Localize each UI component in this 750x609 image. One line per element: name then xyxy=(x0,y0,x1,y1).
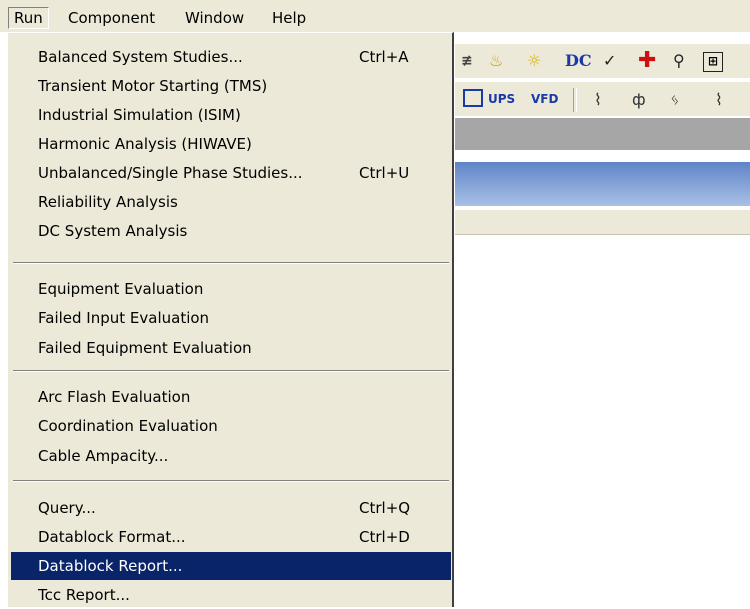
menu-window[interactable]: Window xyxy=(180,7,249,29)
menu-separator xyxy=(13,480,449,482)
breaker-icon[interactable]: ⌇ xyxy=(594,90,602,109)
menu-separator xyxy=(13,262,449,264)
align-icon[interactable]: ≢ xyxy=(461,50,473,72)
menu-run[interactable]: Run xyxy=(8,7,49,29)
document-tab-bar xyxy=(455,118,750,150)
menu-item-shortcut: Ctrl+Q xyxy=(359,499,411,517)
menu-item-label: Tcc Report... xyxy=(38,586,130,604)
menu-item-label: Datablock Report... xyxy=(38,557,183,575)
ups-icon[interactable]: UPS xyxy=(488,88,515,110)
menu-item-tcc-report[interactable]: Tcc Report... xyxy=(11,581,451,609)
menu-item-label: Coordination Evaluation xyxy=(38,417,218,435)
relay-icon[interactable]: ⌇ xyxy=(715,90,723,109)
menu-item-label: Equipment Evaluation xyxy=(38,280,204,298)
menu-item-datablock-report[interactable]: Datablock Report... xyxy=(11,552,451,580)
vfd-icon[interactable]: VFD xyxy=(531,88,558,110)
menu-item-label: Reliability Analysis xyxy=(38,193,178,211)
motor-start-icon[interactable]: ♨ xyxy=(489,50,503,72)
fuse-icon[interactable]: ф xyxy=(632,90,646,109)
dc-analysis-icon[interactable]: DC xyxy=(565,50,592,72)
menu-item-failed-input-evaluation[interactable]: Failed Input Evaluation xyxy=(11,304,451,332)
run-menu-dropdown: Balanced System Studies... Ctrl+A Transi… xyxy=(7,32,454,607)
toolbar-components: UPS VFD ⌇ ф ᛃ ⌇ xyxy=(455,82,750,116)
menu-item-shortcut: Ctrl+A xyxy=(359,48,409,66)
menu-separator xyxy=(13,370,449,372)
switch-icon[interactable]: ᛃ xyxy=(670,90,680,109)
menu-component[interactable]: Component xyxy=(63,7,160,29)
menu-item-label: Datablock Format... xyxy=(38,528,186,546)
menu-item-query[interactable]: Query... Ctrl+Q xyxy=(11,494,451,522)
menu-item-equipment-evaluation[interactable]: Equipment Evaluation xyxy=(11,275,451,303)
toolbar-main: ≢ ♨ ☼ DC ✓ ✚ ⚲ ⊞ xyxy=(455,44,750,78)
window-title-bar xyxy=(455,162,750,206)
menu-item-dc-system-analysis[interactable]: DC System Analysis xyxy=(11,217,451,245)
menu-item-unbalanced-studies[interactable]: Unbalanced/Single Phase Studies... Ctrl+… xyxy=(11,159,451,187)
menu-item-failed-equipment-evaluation[interactable]: Failed Equipment Evaluation xyxy=(11,334,451,362)
menu-item-industrial-simulation[interactable]: Industrial Simulation (ISIM) xyxy=(11,101,451,129)
menu-item-label: Transient Motor Starting (TMS) xyxy=(38,77,268,95)
menu-item-shortcut: Ctrl+U xyxy=(359,164,410,182)
menu-item-label: Harmonic Analysis (HIWAVE) xyxy=(38,135,252,153)
check-icon[interactable]: ✓ xyxy=(603,50,616,72)
menu-item-label: DC System Analysis xyxy=(38,222,188,240)
menu-item-label: Arc Flash Evaluation xyxy=(38,388,191,406)
menu-item-label: Failed Input Evaluation xyxy=(38,309,210,327)
menu-item-transient-motor-starting[interactable]: Transient Motor Starting (TMS) xyxy=(11,72,451,100)
menu-item-arc-flash-evaluation[interactable]: Arc Flash Evaluation xyxy=(11,383,451,411)
menu-item-label: Failed Equipment Evaluation xyxy=(38,339,252,357)
menu-item-datablock-format[interactable]: Datablock Format... Ctrl+D xyxy=(11,523,451,551)
menu-item-label: Industrial Simulation (ISIM) xyxy=(38,106,241,124)
menu-bar: Run Component Window Help xyxy=(0,0,750,32)
menu-item-label: Query... xyxy=(38,499,96,517)
application-background: ≢ ♨ ☼ DC ✓ ✚ ⚲ ⊞ UPS VFD ⌇ ф ᛃ ⌇ xyxy=(455,32,750,607)
panel-icon[interactable] xyxy=(463,89,483,107)
menu-item-reliability-analysis[interactable]: Reliability Analysis xyxy=(11,188,451,216)
menu-item-shortcut: Ctrl+D xyxy=(359,528,410,546)
menu-item-cable-ampacity[interactable]: Cable Ampacity... xyxy=(11,442,451,470)
grid-icon[interactable]: ⊞ xyxy=(703,52,723,72)
menu-item-coordination-evaluation[interactable]: Coordination Evaluation xyxy=(11,412,451,440)
window-ruler-strip xyxy=(455,210,750,235)
menu-item-label: Cable Ampacity... xyxy=(38,447,169,465)
menu-item-balanced-system-studies[interactable]: Balanced System Studies... Ctrl+A xyxy=(11,43,451,71)
red-cross-icon[interactable]: ✚ xyxy=(638,50,656,72)
binoculars-icon[interactable]: ⚲ xyxy=(673,50,685,72)
menu-item-label: Balanced System Studies... xyxy=(38,48,243,66)
menu-item-label: Unbalanced/Single Phase Studies... xyxy=(38,164,303,182)
menu-item-harmonic-analysis[interactable]: Harmonic Analysis (HIWAVE) xyxy=(11,130,451,158)
bulb-icon[interactable]: ☼ xyxy=(527,50,541,72)
toolbar-separator xyxy=(573,88,577,112)
menu-help[interactable]: Help xyxy=(267,7,311,29)
